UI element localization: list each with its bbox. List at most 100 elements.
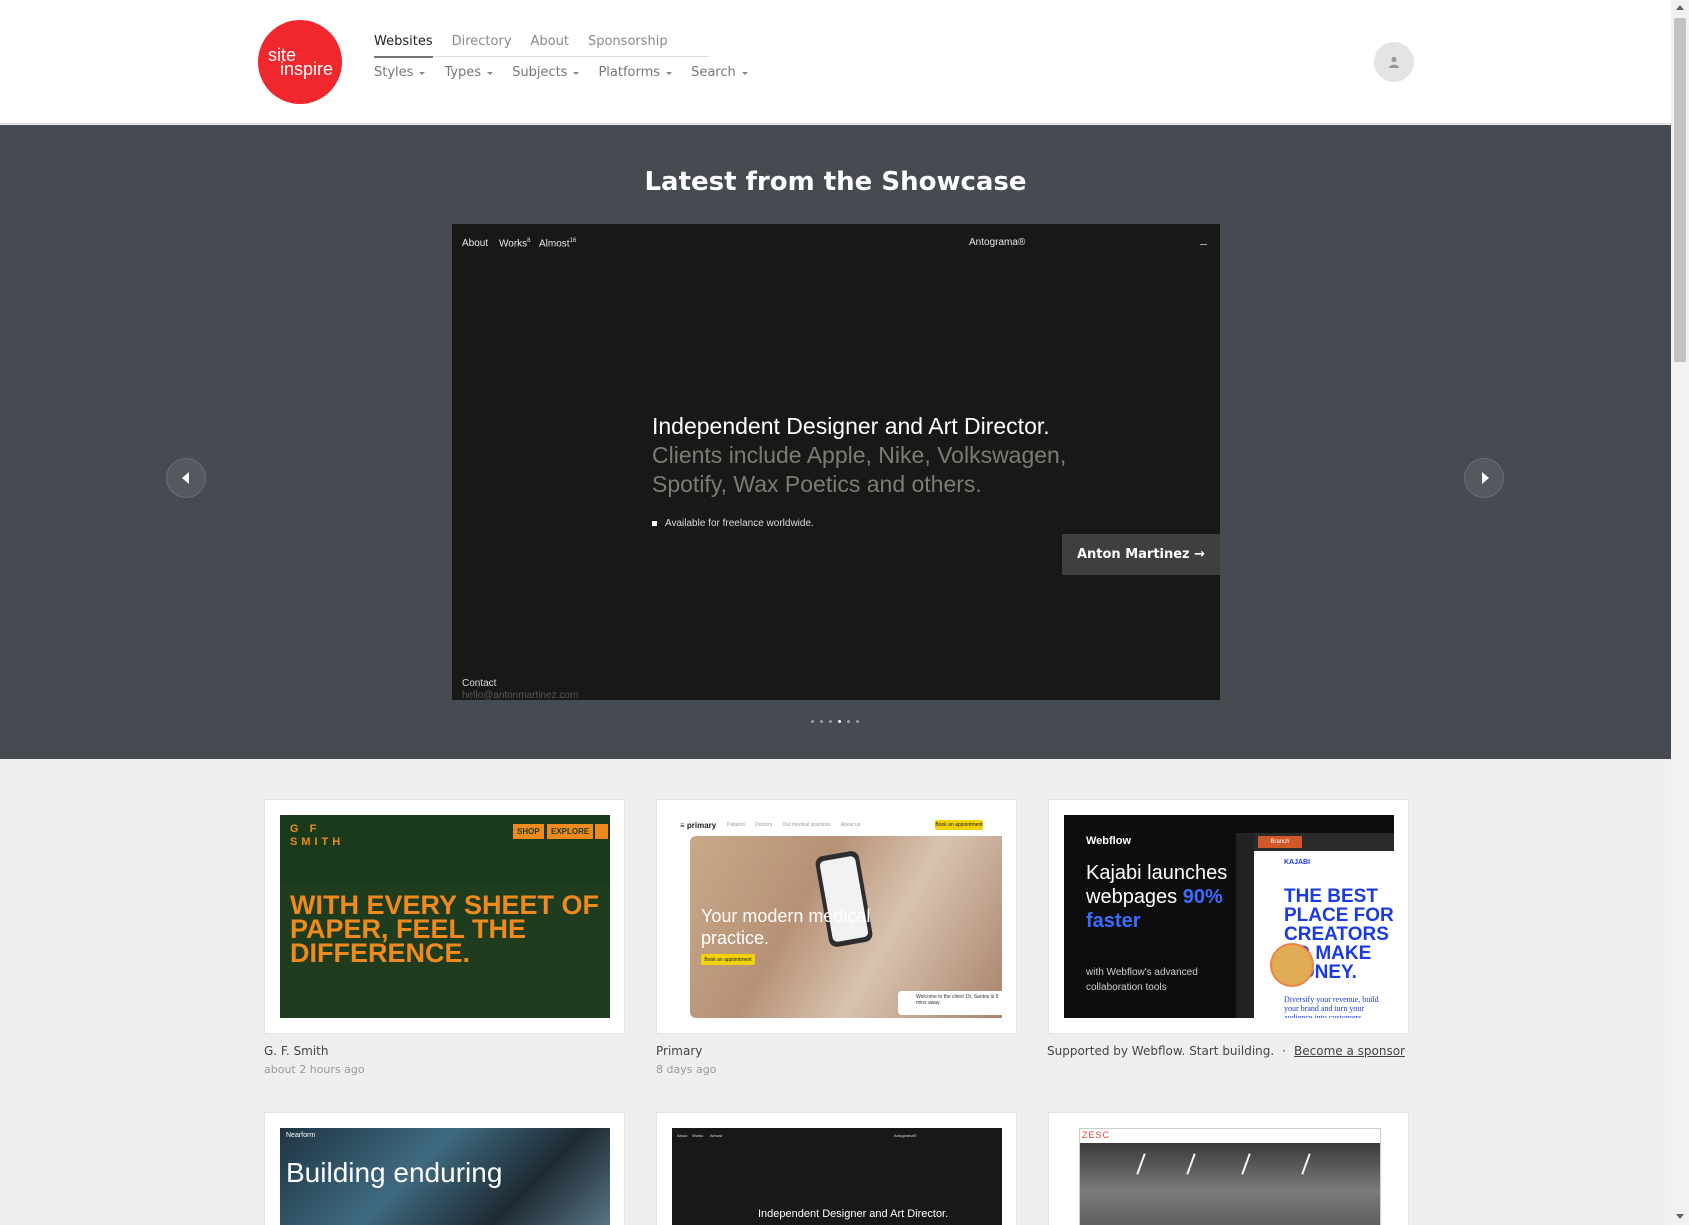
zesc-thumbnail: ZESC — [1079, 1128, 1381, 1225]
carousel-dot[interactable] — [847, 720, 850, 723]
creator-avatar — [1270, 943, 1314, 987]
slide-brand: Antograma® — [969, 237, 1026, 248]
nav-websites[interactable]: Websites — [374, 34, 433, 58]
slide-nav-works: Works8 — [499, 238, 531, 249]
zesc-logo: ZESC — [1082, 1130, 1111, 1140]
sponsor-text[interactable]: Supported by Webflow. Start building. — [1047, 1044, 1274, 1058]
slide-nav-about: About — [462, 238, 489, 249]
filter-subjects-label: Subjects — [512, 65, 568, 80]
thumbnail-toast: Welcome to the clinic! Dr. Santos is 5 m… — [898, 991, 1002, 1015]
primary-logo: ≡ primary — [680, 821, 717, 830]
thumbnail-nav-item: About — [677, 1133, 688, 1138]
slide-headline: Independent Designer and Art Director. — [652, 413, 1050, 439]
anton-thumbnail-headline: Independent Designer and Art Director. — [758, 1208, 949, 1220]
showcase-title: Latest from the Showcase — [644, 167, 1027, 197]
filter-subjects-dropdown[interactable]: Subjects — [512, 65, 580, 80]
thumbnail-nav-item: Our medical practices — [782, 822, 831, 828]
slide-availability: Available for freelance worldwide. — [652, 518, 814, 529]
thumbnail-explore-button: EXPLORE — [547, 824, 594, 839]
slide-contact: Contact — [462, 678, 497, 689]
thumbnail-nav-item: Doctors — [755, 822, 773, 828]
scrollbar-thumb[interactable] — [1674, 18, 1686, 362]
site-card-primary[interactable]: ≡ primary Patients Doctors Our medical p… — [656, 799, 1017, 1034]
site-card-time: about 2 hours ago — [264, 1063, 365, 1076]
carousel-dot[interactable] — [856, 720, 859, 723]
primary-thumbnail-nav: Patients Doctors Our medical practices A… — [727, 822, 860, 828]
webflow-logo: Webflow — [1086, 835, 1132, 847]
slide-nav-almost-label: Almost — [539, 238, 570, 250]
site-card-nearform[interactable]: Nearform Building enduring — [264, 1112, 625, 1225]
scroll-down-icon[interactable] — [1676, 1214, 1684, 1219]
filter-platforms-label: Platforms — [598, 65, 661, 80]
slide-nav-works-count: 8 — [527, 238, 531, 244]
sponsor-card-webflow[interactable]: Webflow Kajabi launches webpages 90% fas… — [1048, 799, 1409, 1034]
webflow-headline: Kajabi launches webpages 90% faster — [1086, 861, 1236, 933]
sponsor-line: Supported by Webflow. Start building. · … — [1047, 1044, 1405, 1058]
branch-button: Branch — [1258, 836, 1302, 848]
become-sponsor-link[interactable]: Become a sponsor — [1294, 1044, 1405, 1058]
slide-availability-text: Available for freelance worldwide. — [665, 518, 814, 529]
site-card-title[interactable]: G. F. Smith — [264, 1044, 328, 1058]
kajabi-logo: KAJABI — [1284, 859, 1311, 866]
thumbnail-book-button: Book an appointment — [701, 954, 755, 965]
site-card-zesc[interactable]: ZESC — [1048, 1112, 1409, 1225]
page-scrollbar[interactable] — [1671, 0, 1689, 1225]
filter-styles-label: Styles — [374, 65, 414, 80]
slide-nav-almost-count: 16 — [569, 238, 577, 244]
filter-types-dropdown[interactable]: Types — [444, 65, 494, 80]
kajabi-subline: Diversify your revenue, build your brand… — [1284, 995, 1379, 1018]
filter-nav: Styles Types Subjects Platforms Search — [374, 65, 748, 80]
primary-nav: Websites Directory About Sponsorship — [374, 34, 709, 58]
sponsor-separator: · — [1282, 1044, 1287, 1058]
scroll-up-icon[interactable] — [1676, 5, 1684, 10]
showcase-slide-screenshot[interactable]: About Works8 Almost16 Antograma® Indepen… — [452, 224, 1220, 700]
square-bullet-icon — [652, 521, 657, 526]
carousel-prev-button[interactable] — [166, 458, 206, 498]
chevron-down-icon — [573, 71, 580, 75]
carousel-dot[interactable] — [811, 720, 814, 723]
filter-search-label: Search — [691, 65, 736, 80]
thumbnail-nav-item: Patients — [727, 822, 746, 828]
user-icon — [1389, 56, 1399, 68]
carousel-dot-active[interactable] — [838, 720, 841, 723]
site-header: site inspire Websites Directory About Sp… — [0, 0, 1671, 124]
carousel-dot[interactable] — [829, 720, 832, 723]
nearform-logo: Nearform — [286, 1132, 316, 1139]
chevron-down-icon — [487, 71, 494, 75]
thumbnail-brand: Antograma® — [894, 1133, 917, 1138]
showcase-site-link[interactable]: Anton Martinez → — [1062, 534, 1220, 575]
filter-types-label: Types — [444, 65, 482, 80]
slide-nav-almost: Almost16 — [539, 238, 576, 249]
site-card-time: 8 days ago — [656, 1063, 717, 1076]
site-card-anton-martinez[interactable]: About Works Almost Antograma® Independen… — [656, 1112, 1017, 1225]
designer-sidebar — [1236, 833, 1254, 1018]
carousel-dot[interactable] — [820, 720, 823, 723]
chevron-down-icon — [419, 71, 426, 75]
gfsmith-headline: WITH EVERY SHEET OF PAPER, FEEL THE DIFF… — [290, 890, 600, 968]
filter-styles-dropdown[interactable]: Styles — [374, 65, 426, 80]
carousel-next-button[interactable] — [1464, 458, 1504, 498]
logo-word-inspire: inspire — [280, 59, 334, 79]
site-card-title[interactable]: Primary — [656, 1044, 702, 1058]
primary-headline: Your modern medical practice. — [701, 906, 871, 948]
zesc-photo — [1080, 1143, 1380, 1225]
user-avatar-button[interactable] — [1374, 42, 1414, 82]
anton-thumbnail: About Works Almost Antograma® Independen… — [672, 1128, 1002, 1225]
chevron-down-icon — [741, 71, 748, 75]
filter-search-dropdown[interactable]: Search — [691, 65, 748, 80]
siteinspire-logo[interactable]: site inspire — [258, 20, 342, 104]
gfsmith-logo: G F SMITH — [290, 823, 345, 848]
filter-platforms-dropdown[interactable]: Platforms — [598, 65, 673, 80]
slide-email: hello@antonmartinez.com — [462, 690, 579, 700]
nav-about[interactable]: About — [531, 34, 569, 57]
site-card-gfsmith[interactable]: G F SMITH SHOP EXPLORE WITH EVERY SHEET … — [264, 799, 625, 1034]
slide-subline: Clients include Apple, Nike, Volkswagen,… — [652, 442, 1067, 497]
nearform-thumbnail: Nearform Building enduring — [280, 1128, 610, 1225]
nav-directory[interactable]: Directory — [452, 34, 512, 57]
nearform-headline: Building enduring — [286, 1157, 503, 1188]
carousel-dots — [811, 720, 859, 723]
chevron-down-icon — [666, 71, 673, 75]
menu-icon — [595, 824, 608, 839]
nav-sponsorship[interactable]: Sponsorship — [588, 34, 668, 57]
thumbnail-cta: Book an appointment — [935, 820, 983, 830]
